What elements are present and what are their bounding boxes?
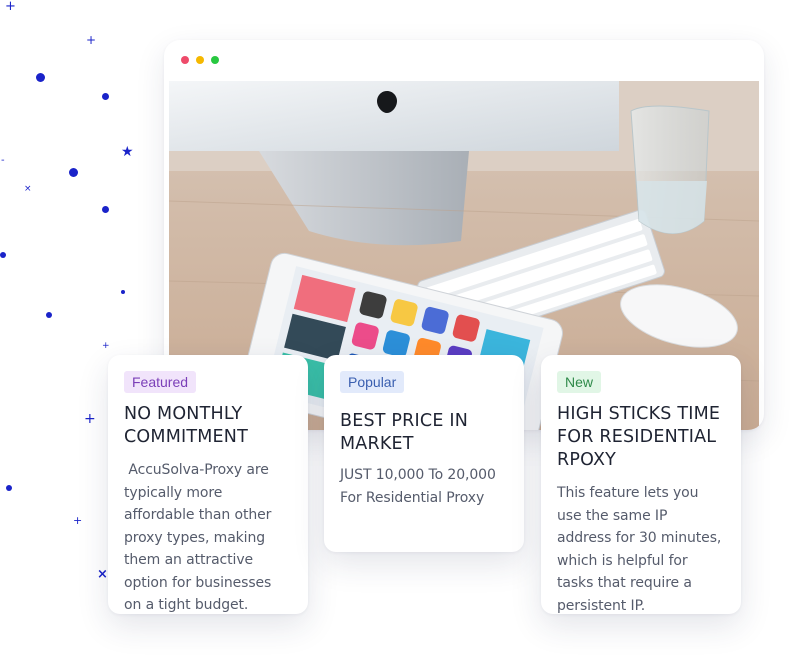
dot-decoration <box>121 290 125 294</box>
dot-decoration <box>36 73 45 82</box>
dot-decoration <box>46 312 52 318</box>
cross-decoration: × <box>97 567 108 582</box>
card-title: NO MONTHLY COMMITMENT <box>124 404 248 447</box>
status-badge: New <box>557 371 602 393</box>
dot-decoration <box>0 252 6 258</box>
plus-decoration: + <box>86 33 97 47</box>
dot-decoration <box>69 168 78 177</box>
feature-card-popular: Popular BEST PRICE IN MARKET JUST 10,000… <box>324 355 524 552</box>
close-dot-icon <box>181 56 189 64</box>
plus-decoration: + <box>5 0 16 14</box>
status-badge: Popular <box>340 371 405 393</box>
maximize-dot-icon <box>211 56 219 64</box>
status-badge: Featured <box>124 371 197 393</box>
card-title: HIGH STICKS TIME FOR RESIDENTIAL RPOXY <box>557 404 721 470</box>
dot-decoration <box>6 485 12 491</box>
dot-decoration <box>102 206 109 213</box>
plus-decoration: + <box>73 514 83 527</box>
card-title: BEST PRICE IN MARKET <box>340 411 468 454</box>
card-description: AccuSolva-Proxy are typically more affor… <box>124 462 276 613</box>
cross-decoration: × <box>24 184 32 194</box>
dot-decoration <box>102 93 109 100</box>
plus-decoration: + <box>84 411 96 427</box>
feature-card-new: New HIGH STICKS TIME FOR RESIDENTIAL RPO… <box>541 355 741 614</box>
minus-decoration: - <box>1 155 5 166</box>
feature-card-featured: Featured NO MONTHLY COMMITMENT AccuSolva… <box>108 355 308 614</box>
minimize-dot-icon <box>196 56 204 64</box>
card-description: This feature lets you use the same IP ad… <box>557 485 722 614</box>
card-description: JUST 10,000 To 20,000 For Residential Pr… <box>340 467 496 506</box>
plus-decoration: + <box>102 341 110 351</box>
star-decoration: ★ <box>121 144 134 160</box>
